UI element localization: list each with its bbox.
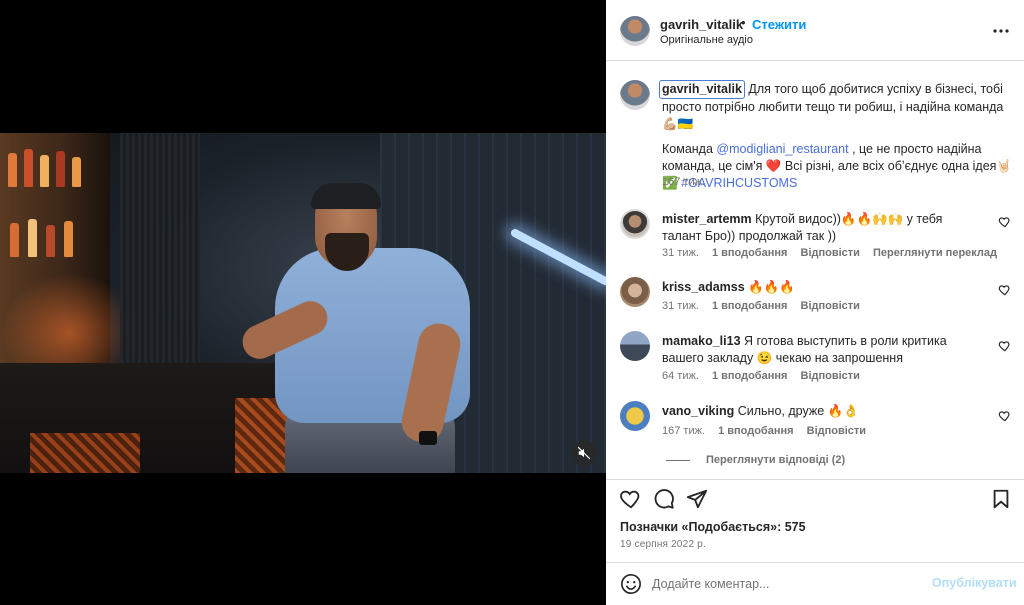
caption-username[interactable]: gavrih_vitalik: [659, 80, 745, 99]
bottle: [46, 225, 55, 257]
more-options-icon[interactable]: [989, 19, 1013, 43]
post-actions-bar: [606, 479, 1024, 517]
comment-input[interactable]: [652, 573, 922, 595]
bottle: [8, 153, 17, 187]
caption-time[interactable]: 167 тиж.: [662, 176, 705, 188]
reply-button[interactable]: Відповісти: [801, 300, 860, 312]
bottle: [28, 219, 37, 257]
comment-time[interactable]: 31 тиж.: [662, 247, 699, 259]
comment: vano_viking Сильно, друже 🔥👌 167 тиж. 1 …: [606, 397, 1024, 457]
comment-text-block: vano_viking Сильно, друже 🔥👌: [662, 403, 982, 420]
reply-button[interactable]: Відповісти: [807, 425, 866, 437]
comment-username[interactable]: kriss_adamss: [662, 280, 745, 294]
avatar[interactable]: [620, 277, 650, 307]
post-date[interactable]: 19 серпня 2022 р.: [620, 539, 706, 550]
bottle: [64, 221, 73, 257]
comment-username[interactable]: mister_artemm: [662, 212, 752, 226]
heart-icon[interactable]: [998, 215, 1012, 229]
video-player[interactable]: [0, 133, 606, 473]
comment-likes[interactable]: 1 вподобання: [712, 247, 787, 259]
bottle: [24, 149, 33, 187]
view-replies-label: Переглянути відповіді (2): [706, 454, 846, 466]
translate-button[interactable]: Переглянути переклад: [873, 247, 997, 259]
speaker-muted-icon: [577, 446, 591, 460]
comment-likes[interactable]: 1 вподобання: [712, 370, 787, 382]
comment-actions: 31 тиж. 1 вподобання Відповісти Переглян…: [662, 247, 1007, 259]
view-replies-button[interactable]: Переглянути відповіді (2): [666, 454, 845, 466]
author-username[interactable]: gavrih_vitalik: [660, 17, 743, 32]
post-caption: gavrih_vitalik Для того щоб добитися усп…: [659, 80, 1012, 192]
comment: mamako_li13 Я готова выступить в роли кр…: [606, 327, 1024, 387]
comment-time[interactable]: 64 тиж.: [662, 370, 699, 382]
comment-text: Сильно, друже 🔥👌: [737, 404, 859, 418]
follow-button[interactable]: Стежити: [752, 17, 806, 32]
heart-icon[interactable]: [998, 339, 1012, 353]
post-panel: gavrih_vitalik • Стежити Оригінальне ауд…: [606, 0, 1024, 605]
comment-likes[interactable]: 1 вподобання: [712, 300, 787, 312]
heart-icon[interactable]: [998, 283, 1012, 297]
emoji-icon[interactable]: [620, 573, 642, 595]
comment-time[interactable]: 31 тиж.: [662, 300, 699, 312]
comment-text: 🔥🔥🔥: [748, 280, 795, 294]
counter-light: [30, 433, 140, 473]
comment-composer: Опублікувати: [606, 562, 1024, 605]
share-icon[interactable]: [686, 488, 708, 510]
comment-username[interactable]: vano_viking: [662, 404, 734, 418]
comment-likes[interactable]: 1 вподобання: [718, 425, 793, 437]
avatar[interactable]: [620, 80, 650, 110]
bottle: [10, 223, 19, 257]
media-pane: [0, 0, 606, 605]
comment-actions: 31 тиж. 1 вподобання Відповісти: [662, 300, 870, 312]
watch: [419, 431, 437, 445]
separator-dot: •: [741, 15, 746, 30]
more-dots-icon: [993, 29, 1009, 33]
comment-time[interactable]: 167 тиж.: [662, 425, 705, 437]
comment-actions: 167 тиж. 1 вподобання Відповісти: [662, 425, 876, 437]
heart-icon[interactable]: [998, 409, 1012, 423]
comments-scroll[interactable]: gavrih_vitalik Для того щоб добитися усп…: [606, 61, 1024, 479]
caption-text: Команда: [662, 142, 717, 156]
comment-actions: 64 тиж. 1 вподобання Відповісти: [662, 370, 870, 382]
post-header: gavrih_vitalik • Стежити Оригінальне ауд…: [606, 0, 1024, 61]
avatar[interactable]: [620, 401, 650, 431]
avatar[interactable]: [620, 209, 650, 239]
person-cap: [311, 183, 381, 209]
comment-text-block: kriss_adamss 🔥🔥🔥: [662, 279, 982, 296]
avatar[interactable]: [620, 16, 650, 46]
likes-count[interactable]: Позначки «Подобається»: 575: [620, 520, 806, 534]
publish-button[interactable]: Опублікувати: [932, 576, 1017, 590]
avatar[interactable]: [620, 331, 650, 361]
mute-button[interactable]: [571, 440, 597, 466]
bottle: [56, 151, 65, 187]
replies-divider: [666, 459, 690, 461]
comment-text-block: mamako_li13 Я готова выступить в роли кр…: [662, 333, 982, 367]
comment-text-block: mister_artemm Крутой видос))🔥🔥🙌🙌 у тебя …: [662, 211, 982, 245]
comment: mister_artemm Крутой видос))🔥🔥🙌🙌 у тебя …: [606, 205, 1024, 265]
comment-username[interactable]: mamako_li13: [662, 334, 741, 348]
comment: kriss_adamss 🔥🔥🔥 31 тиж. 1 вподобання Ві…: [606, 273, 1024, 333]
bottle: [40, 155, 49, 187]
bookmark-icon[interactable]: [990, 488, 1012, 510]
reply-button[interactable]: Відповісти: [801, 247, 860, 259]
audio-label[interactable]: Оригінальне аудіо: [660, 34, 753, 46]
comment-icon[interactable]: [653, 488, 675, 510]
reply-button[interactable]: Відповісти: [801, 370, 860, 382]
mention-link[interactable]: @modigliani_restaurant: [716, 142, 848, 156]
bottle: [72, 157, 81, 187]
heart-icon[interactable]: [620, 488, 642, 510]
